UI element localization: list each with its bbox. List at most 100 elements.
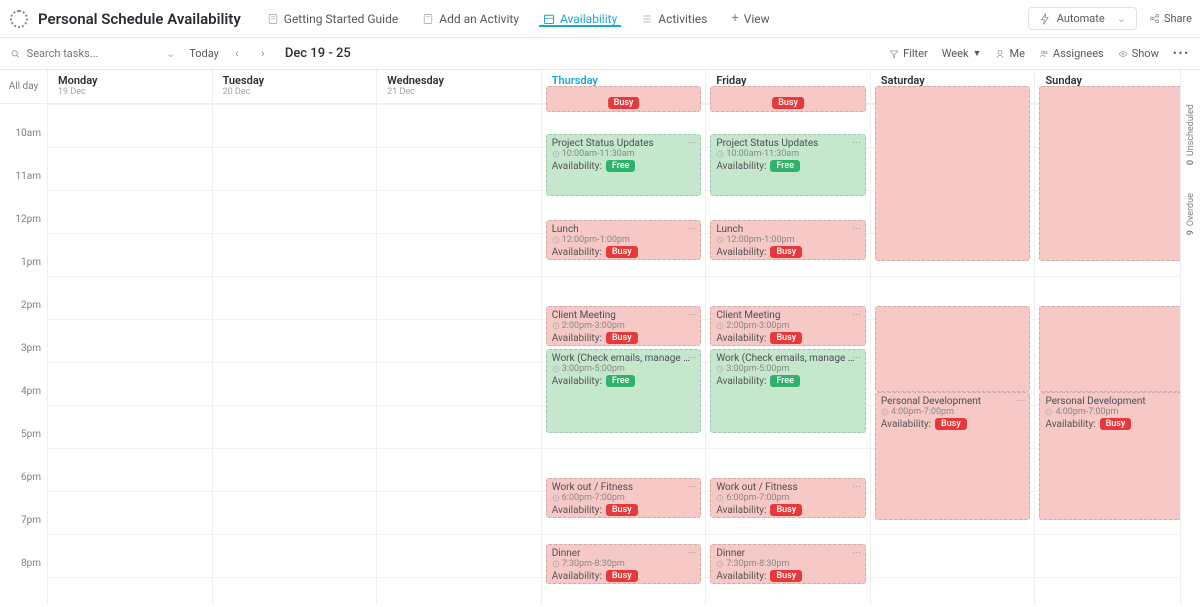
search-box[interactable] bbox=[10, 47, 160, 60]
share-label: Share bbox=[1164, 12, 1192, 25]
hour-label: 1pm bbox=[0, 257, 47, 300]
today-button[interactable]: Today bbox=[189, 47, 219, 60]
calendar-icon bbox=[543, 13, 555, 25]
calendar-event[interactable] bbox=[875, 306, 1031, 392]
overdue-tab[interactable]: 9 Overdue bbox=[1186, 193, 1196, 235]
calendar-event[interactable]: Project Status Updates10:00am-11:30amAva… bbox=[546, 134, 702, 196]
event-availability: Availability: Busy bbox=[552, 332, 696, 344]
calendar-event[interactable] bbox=[875, 86, 1031, 261]
calendar-event[interactable]: Work out / Fitness6:00pm-7:00pmAvailabil… bbox=[546, 478, 702, 518]
calendar-event[interactable]: Work (Check emails, manage projects)3:00… bbox=[710, 349, 866, 433]
share-icon bbox=[1149, 13, 1160, 24]
event-title: Dinner bbox=[716, 548, 860, 559]
day-column: Tuesday20 Dec bbox=[213, 70, 378, 605]
event-time: 10:00am-11:30am bbox=[716, 149, 860, 159]
filter-icon bbox=[889, 49, 899, 59]
event-availability: Availability: Busy bbox=[716, 504, 860, 516]
event-menu-icon[interactable]: ⋯ bbox=[687, 482, 696, 492]
event-time: 6:00pm-7:00pm bbox=[716, 493, 860, 503]
event-title: Work out / Fitness bbox=[716, 482, 860, 493]
calendar-event[interactable]: Busy bbox=[546, 86, 702, 112]
unscheduled-tab[interactable]: 0 Unscheduled bbox=[1186, 104, 1196, 165]
day-header[interactable]: Wednesday21 Dec bbox=[377, 70, 541, 104]
calendar-event[interactable] bbox=[1039, 86, 1195, 261]
calendar-event[interactable]: Lunch12:00pm-1:00pmAvailability: Busy⋯ bbox=[546, 220, 702, 260]
doc-icon bbox=[267, 13, 279, 25]
list-icon bbox=[641, 13, 653, 25]
prev-arrow[interactable]: ‹ bbox=[229, 47, 245, 60]
clock-icon bbox=[881, 408, 889, 416]
automate-button[interactable]: Automate ⌄ bbox=[1028, 7, 1137, 30]
event-title: Work (Check emails, manage projects) bbox=[716, 353, 860, 364]
calendar-event[interactable]: Busy bbox=[710, 86, 866, 112]
day-header[interactable]: Tuesday20 Dec bbox=[213, 70, 377, 104]
page-title: Personal Schedule Availability bbox=[38, 10, 241, 28]
event-menu-icon[interactable]: ⋯ bbox=[687, 548, 696, 558]
event-time: 10:00am-11:30am bbox=[552, 149, 696, 159]
calendar-event[interactable]: Client Meeting2:00pm-3:00pmAvailability:… bbox=[710, 306, 866, 346]
event-availability: Availability: Free bbox=[552, 375, 696, 387]
calendar-event[interactable]: Personal Development4:00pm-7:00pmAvailab… bbox=[875, 392, 1031, 520]
calendar-event[interactable]: Personal Development4:00pm-7:00pmAvailab… bbox=[1039, 392, 1195, 520]
day-name: Tuesday bbox=[223, 74, 367, 87]
event-time: 3:00pm-5:00pm bbox=[716, 364, 860, 374]
tab-getting-started[interactable]: Getting Started Guide bbox=[255, 12, 410, 26]
event-title: Lunch bbox=[716, 224, 860, 235]
calendar-event[interactable] bbox=[1039, 306, 1195, 392]
event-availability: Availability: Free bbox=[716, 160, 860, 172]
event-menu-icon[interactable]: ⋯ bbox=[852, 310, 861, 320]
next-arrow[interactable]: › bbox=[255, 47, 271, 60]
me-button[interactable]: Me bbox=[995, 47, 1024, 60]
tab-activities[interactable]: Activities bbox=[629, 12, 719, 26]
event-menu-icon[interactable]: ⋯ bbox=[687, 310, 696, 320]
calendar-event[interactable]: Work (Check emails, manage projects)3:00… bbox=[546, 349, 702, 433]
calendar-event[interactable]: Client Meeting2:00pm-3:00pmAvailability:… bbox=[546, 306, 702, 346]
doc-icon bbox=[422, 13, 434, 25]
calendar-event[interactable]: Lunch12:00pm-1:00pmAvailability: Busy⋯ bbox=[710, 220, 866, 260]
calendar-event[interactable]: Dinner7:30pm-8:30pmAvailability: Busy⋯ bbox=[546, 544, 702, 584]
calendar-event[interactable]: Dinner7:30pm-8:30pmAvailability: Busy⋯ bbox=[710, 544, 866, 584]
event-menu-icon[interactable]: ⋯ bbox=[852, 224, 861, 234]
event-availability: Availability: Busy bbox=[552, 570, 696, 582]
chevron-down-icon[interactable]: ⌄ bbox=[166, 47, 175, 60]
share-button[interactable]: Share bbox=[1149, 12, 1192, 25]
day-header[interactable]: Monday19 Dec bbox=[48, 70, 212, 104]
search-input[interactable] bbox=[27, 47, 160, 60]
search-icon bbox=[10, 48, 21, 60]
event-menu-icon[interactable]: ⋯ bbox=[852, 548, 861, 558]
clock-icon bbox=[716, 236, 724, 244]
calendar-event[interactable]: Project Status Updates10:00am-11:30amAva… bbox=[710, 134, 866, 196]
tab-label: View bbox=[744, 12, 770, 26]
event-title: Project Status Updates bbox=[552, 138, 696, 149]
clock-icon bbox=[716, 322, 724, 330]
event-menu-icon[interactable]: ⋯ bbox=[687, 224, 696, 234]
event-menu-icon[interactable]: ⋯ bbox=[687, 138, 696, 148]
person-icon bbox=[995, 49, 1005, 59]
clock-icon bbox=[552, 365, 560, 373]
chevron-down-icon: ▼ bbox=[973, 48, 982, 59]
filter-button[interactable]: Filter bbox=[889, 47, 928, 60]
day-column: Sunday25 DecPersonal Development4:00pm-7… bbox=[1035, 70, 1200, 605]
event-time: 7:30pm-8:30pm bbox=[716, 559, 860, 569]
assignees-button[interactable]: Assignees bbox=[1039, 47, 1104, 60]
calendar-event[interactable]: Work out / Fitness6:00pm-7:00pmAvailabil… bbox=[710, 478, 866, 518]
event-menu-icon[interactable]: ⋯ bbox=[852, 482, 861, 492]
hour-label: 11am bbox=[0, 171, 47, 214]
event-menu-icon[interactable]: ⋯ bbox=[852, 353, 861, 363]
event-menu-icon[interactable]: ⋯ bbox=[852, 138, 861, 148]
tab-add-view[interactable]: + View bbox=[719, 11, 781, 26]
event-title: Work out / Fitness bbox=[552, 482, 696, 493]
clock-icon bbox=[716, 560, 724, 568]
clock-icon bbox=[552, 560, 560, 568]
week-dropdown[interactable]: Week ▼ bbox=[942, 47, 982, 60]
tab-add-activity[interactable]: Add an Activity bbox=[410, 12, 531, 26]
tab-label: Activities bbox=[658, 12, 707, 26]
plus-icon: + bbox=[731, 11, 738, 26]
tab-availability[interactable]: Availability bbox=[531, 12, 629, 26]
event-menu-icon[interactable]: ⋯ bbox=[687, 353, 696, 363]
more-button[interactable]: ••• bbox=[1173, 47, 1190, 60]
app-logo-icon bbox=[10, 10, 28, 28]
show-button[interactable]: Show bbox=[1118, 47, 1159, 60]
event-menu-icon[interactable]: ⋯ bbox=[1016, 396, 1025, 406]
event-availability: Availability: Busy bbox=[716, 332, 860, 344]
